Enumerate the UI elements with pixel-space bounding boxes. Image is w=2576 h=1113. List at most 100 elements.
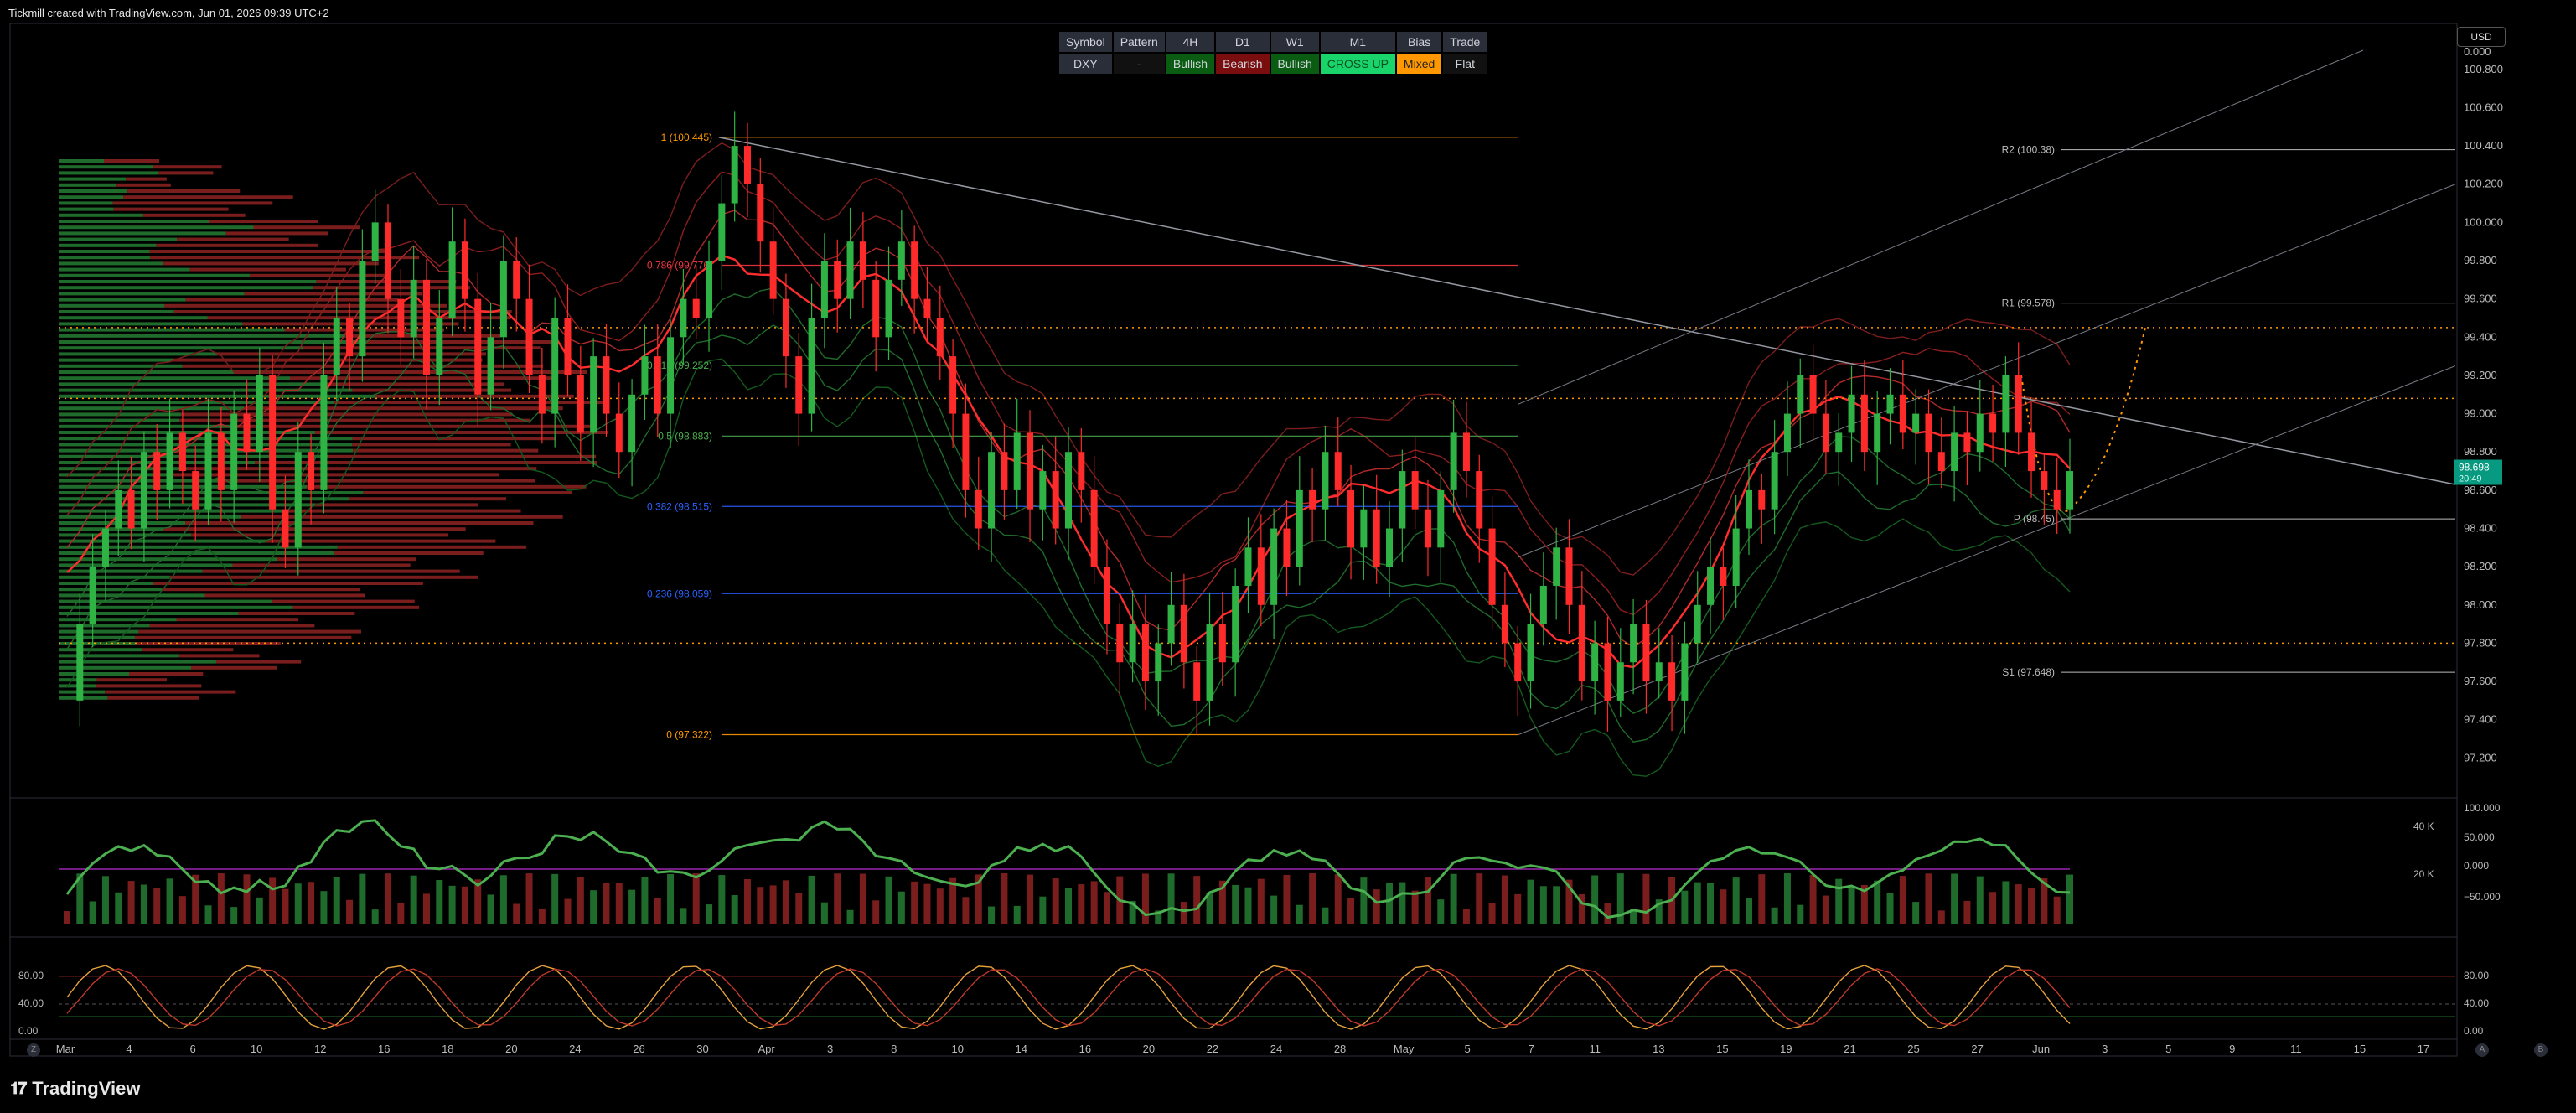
volume-bar	[1835, 878, 1843, 924]
volume-profile-bar	[272, 599, 415, 603]
volume-bar	[1450, 873, 1457, 924]
volume-bar	[1514, 893, 1522, 924]
volume-bar	[217, 873, 225, 924]
volume-bar	[371, 909, 379, 924]
volume-profile-bar	[149, 624, 315, 628]
volume-bar	[1707, 883, 1715, 924]
volume-profile-bar	[59, 267, 190, 272]
volume-profile-bar	[59, 672, 130, 676]
volume-profile-bar	[202, 569, 460, 573]
volume-bar	[795, 893, 803, 924]
time-tick-label: 20	[505, 1043, 517, 1055]
candle-body	[859, 241, 866, 280]
volume-bar	[140, 884, 147, 924]
time-tick-label: May	[1394, 1043, 1415, 1055]
volume-bar	[1912, 902, 1920, 924]
candle-body	[1296, 489, 1303, 567]
status-value-bias: Mixed	[1396, 54, 1442, 74]
volume-profile-bar	[328, 454, 597, 458]
candle-body	[1797, 375, 1804, 414]
volume-profile-bar	[59, 346, 303, 350]
candle-body	[422, 279, 430, 375]
volume-bar	[834, 873, 841, 924]
timezone-badge[interactable]: Z	[27, 1043, 40, 1057]
candle-body	[1347, 489, 1355, 548]
volume-profile-bar	[59, 569, 203, 573]
time-tick-label: 5	[1465, 1043, 1471, 1055]
time-tick-label: 30	[696, 1043, 708, 1055]
volume-bar	[410, 875, 417, 924]
candle-body	[1141, 624, 1149, 682]
time-tick-label: 10	[251, 1043, 262, 1055]
price-tick-label: 98.200	[2464, 560, 2497, 572]
price-tick-label: 97.400	[2464, 713, 2497, 726]
candle-body	[436, 318, 443, 375]
time-tick-label: 7	[1529, 1043, 1534, 1055]
volume-profile-bar	[59, 527, 164, 531]
candle-body	[1155, 643, 1162, 682]
volume-bar	[269, 877, 277, 924]
price-tick-label: 98.400	[2464, 522, 2497, 535]
candle-body	[1783, 413, 1791, 453]
volume-bar	[923, 883, 931, 924]
candle-body	[1681, 643, 1689, 701]
volume-profile-bar	[185, 521, 534, 525]
candle-body	[385, 222, 392, 299]
candle-body	[333, 318, 340, 375]
candle-body	[499, 261, 507, 338]
volume-profile-bar	[241, 515, 563, 519]
pivot-label: S1 (97.648)	[2002, 666, 2055, 678]
volume-profile-bar	[292, 605, 420, 609]
volume-bar	[436, 879, 443, 924]
log-scale-badge[interactable]: B	[2534, 1043, 2548, 1057]
volume-bar	[166, 878, 173, 924]
volume-profile-bar	[244, 406, 563, 411]
volume-bar	[2002, 881, 2010, 924]
candle-body	[1604, 643, 1611, 701]
volume-bar	[1963, 900, 1971, 924]
volume-profile-bar	[123, 195, 293, 199]
candle-body	[217, 432, 225, 490]
volume-bar	[1527, 879, 1534, 924]
volume-profile-bar	[363, 491, 572, 494]
candle-body	[1373, 509, 1380, 567]
volume-profile-bar	[59, 195, 124, 199]
volume-profile-bar	[163, 261, 379, 266]
volume-profile-bar	[107, 696, 199, 700]
candle-body	[525, 298, 533, 375]
volume-bar	[127, 881, 135, 924]
auto-scale-badge[interactable]: A	[2475, 1043, 2489, 1057]
volume-bar	[1976, 876, 1984, 924]
volume-profile-bar	[59, 231, 226, 236]
price-tick-label: 98.800	[2464, 445, 2497, 458]
candle-body	[1244, 547, 1252, 586]
candle-body	[513, 261, 520, 299]
volume-profile-bar	[176, 618, 299, 622]
volume-profile-bar	[150, 256, 420, 260]
candle-body	[230, 413, 238, 490]
volume-profile-bar	[189, 267, 346, 272]
price-chart[interactable]: 1 (100.445)0.786 (99.776)0.618 (99.252)0…	[0, 0, 2576, 1063]
volume-bar	[282, 888, 289, 924]
price-tick-label: 100.600	[2464, 101, 2503, 113]
currency-button[interactable]: USD	[2457, 27, 2506, 47]
volume-bar	[808, 875, 815, 924]
volume-bar	[769, 885, 777, 924]
volume-profile-bar	[59, 273, 250, 277]
volume-bar	[422, 893, 430, 924]
candle-body	[1937, 452, 1945, 472]
stoch-k-line	[66, 965, 2071, 1030]
volume-bar	[333, 877, 340, 924]
volume-profile-bar	[127, 189, 241, 193]
time-tick-label: Jun	[2032, 1043, 2050, 1055]
volume-bar	[872, 900, 880, 924]
volume-bar	[1720, 889, 1727, 924]
candle-body	[1488, 528, 1496, 605]
price-tick-label: 97.800	[2464, 636, 2497, 649]
time-tick-label: 14	[1016, 1043, 1027, 1055]
candle-body	[308, 452, 315, 490]
volume-profile-bar	[59, 207, 114, 211]
tradingview-logo[interactable]: 𝟏𝟕 TradingView	[10, 1078, 140, 1100]
candle-body	[706, 261, 713, 318]
volume-profile-bar	[153, 582, 423, 585]
